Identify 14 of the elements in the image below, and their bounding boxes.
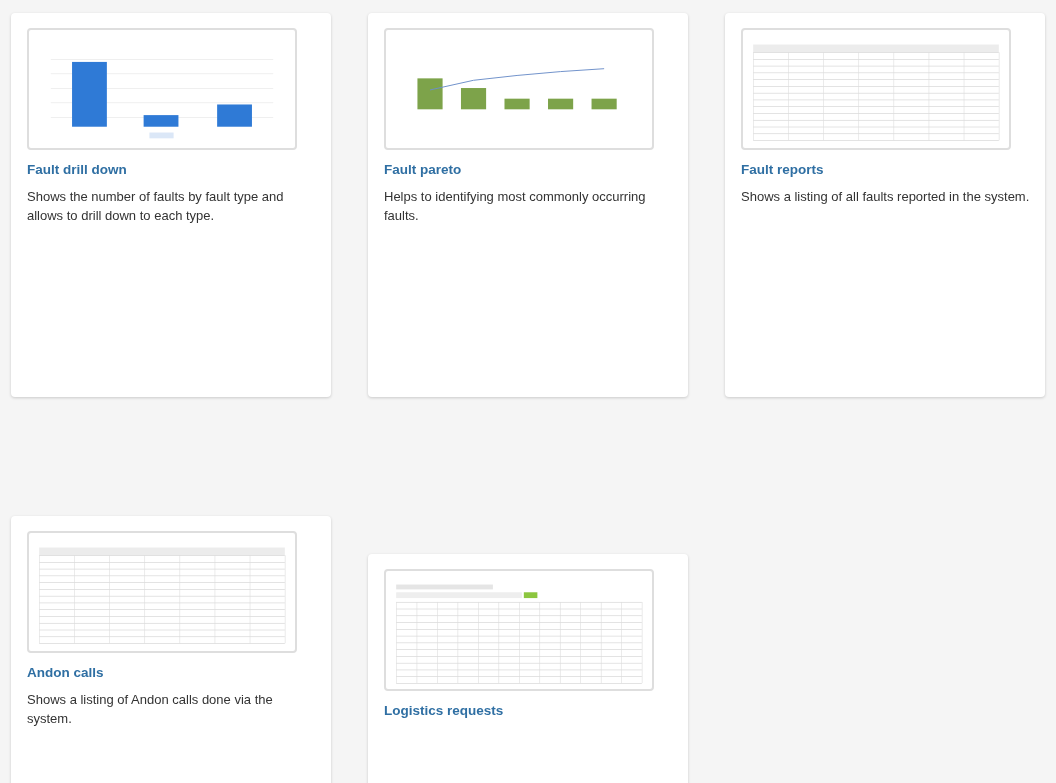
- card-title[interactable]: Logistics requests: [384, 701, 672, 722]
- card-description: Shows the number of faults by fault type and allows to drill down to each type.: [27, 188, 285, 226]
- card-title[interactable]: Fault reports: [741, 160, 1029, 181]
- report-card[interactable]: Fault drill down Shows the number of faults by fault type and allows to drill down to each type.: [11, 13, 331, 397]
- report-card[interactable]: Andon calls Shows a listing of Andon calls done via the system.: [11, 516, 331, 783]
- card-description: Helps to identifying most commonly occurring faults.: [384, 188, 647, 226]
- card-title[interactable]: Fault drill down: [27, 160, 315, 181]
- card-description: Shows a listing of all faults reported in the system.: [741, 188, 1031, 207]
- card-title[interactable]: Fault pareto: [384, 160, 672, 181]
- card-title[interactable]: Andon calls: [27, 663, 315, 684]
- report-card[interactable]: Logistics requests: [368, 554, 688, 783]
- report-card[interactable]: Fault pareto Helps to identifying most commonly occurring faults.: [368, 13, 688, 397]
- report-card[interactable]: Fault reports Shows a listing of all faults reported in the system.: [725, 13, 1045, 397]
- card-description: Shows a listing of Andon calls done via the system.: [27, 691, 274, 729]
